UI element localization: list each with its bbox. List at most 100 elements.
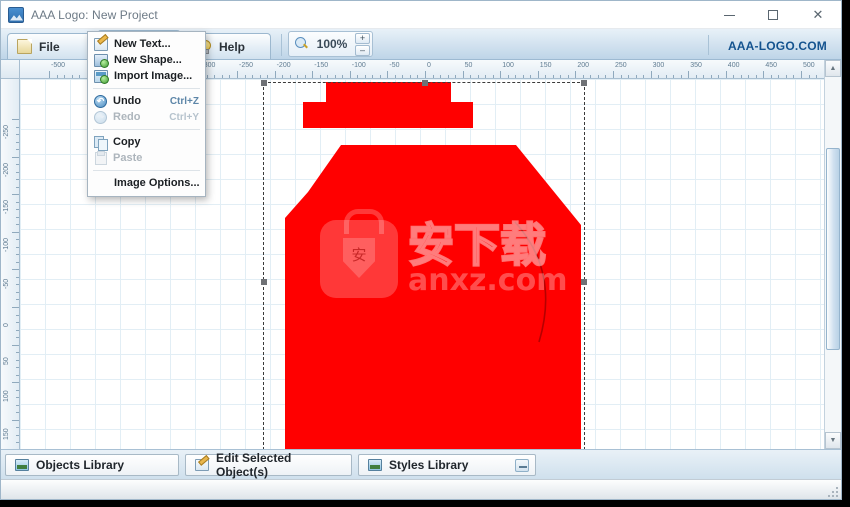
- ruler-minor-tick: [515, 75, 517, 78]
- ruler-label: 300: [652, 62, 665, 69]
- menu-item-paste[interactable]: Paste: [88, 150, 205, 166]
- menu-item-label: New Shape...: [114, 54, 182, 66]
- ruler-tick: [312, 71, 314, 78]
- magnifier-icon: [295, 37, 309, 51]
- ruler-minor-tick: [816, 75, 818, 78]
- window-controls: ✕: [707, 1, 841, 29]
- zoom-out-button[interactable]: –: [355, 44, 370, 56]
- ruler-tick: [650, 71, 652, 78]
- ruler-tick: [613, 71, 614, 78]
- ruler-minor-tick: [79, 75, 81, 78]
- ruler-minor-tick: [665, 75, 667, 78]
- menu-item-copy[interactable]: Copy: [88, 134, 205, 151]
- ruler-minor-tick: [778, 75, 780, 78]
- ruler-minor-tick: [733, 75, 735, 78]
- menu-item-label: New Text...: [114, 38, 171, 50]
- menu-item-redo[interactable]: ↷ Redo Ctrl+Y: [88, 109, 205, 125]
- ruler-minor-tick: [379, 75, 381, 78]
- styles-library-button[interactable]: Styles Library: [358, 453, 536, 476]
- menu-item-undo[interactable]: ↶ Undo Ctrl+Z: [88, 93, 205, 109]
- ruler-minor-tick: [16, 126, 19, 128]
- ruler-minor-tick: [16, 276, 19, 278]
- ruler-minor-tick: [214, 75, 216, 78]
- zoom-control[interactable]: 100% + –: [288, 31, 373, 57]
- ruler-label: 400: [727, 62, 740, 69]
- ruler-minor-tick: [16, 201, 19, 203]
- new-shape-icon: [94, 53, 109, 68]
- close-button[interactable]: ✕: [795, 1, 841, 29]
- ruler-minor-tick: [259, 75, 261, 78]
- edit-selected-objects-button[interactable]: Edit Selected Object(s): [185, 451, 352, 479]
- ruler-minor-tick: [440, 75, 442, 78]
- objects-library-button[interactable]: Objects Library: [5, 453, 179, 476]
- ruler-label: -200: [3, 162, 10, 177]
- zoom-level-value: 100%: [316, 37, 348, 51]
- brand-label: AAA-LOGO.COM: [727, 39, 827, 53]
- ruler-tick: [12, 382, 19, 384]
- menu-item-new-shape[interactable]: New Shape...: [88, 52, 205, 68]
- ruler-label: -150: [314, 62, 329, 69]
- ruler-label: -100: [351, 62, 366, 69]
- brand-divider: [708, 35, 709, 55]
- ruler-minor-tick: [16, 171, 19, 173]
- selection-bounding-box[interactable]: [261, 80, 587, 449]
- ruler-minor-tick: [342, 75, 344, 78]
- toolbar-divider: [281, 34, 282, 56]
- ruler-minor-tick: [582, 75, 584, 78]
- vertical-scrollbar[interactable]: ▲ ▼: [824, 60, 841, 449]
- ruler-minor-tick: [334, 75, 336, 78]
- ruler-minor-tick: [289, 75, 291, 78]
- ruler-minor-tick: [16, 284, 19, 286]
- ruler-minor-tick: [447, 75, 449, 78]
- ruler-minor-tick: [16, 412, 19, 414]
- ruler-minor-tick: [507, 75, 509, 78]
- ruler-minor-tick: [16, 261, 19, 263]
- menu-item-label: Paste: [113, 152, 143, 164]
- ruler-minor-tick: [740, 75, 742, 78]
- ruler-minor-tick: [16, 246, 19, 248]
- ruler-tick: [575, 71, 577, 78]
- ruler-minor-tick: [221, 75, 223, 78]
- selection-handle-e[interactable]: [581, 279, 587, 285]
- ruler-tick: [725, 71, 727, 78]
- undo-icon: ↶: [94, 94, 107, 108]
- ruler-minor-tick: [16, 329, 19, 331]
- scroll-thumb[interactable]: [826, 148, 840, 351]
- ruler-minor-tick: [755, 75, 757, 78]
- resize-grip[interactable]: [826, 485, 838, 497]
- menu-item-image-options[interactable]: Image Options...: [88, 175, 205, 191]
- scroll-down-button[interactable]: ▼: [825, 432, 841, 449]
- file-icon: [17, 39, 32, 54]
- ruler-minor-tick: [252, 75, 254, 78]
- zoom-in-button[interactable]: +: [355, 32, 370, 44]
- selection-handle-n[interactable]: [422, 80, 428, 86]
- ruler-tick: [274, 71, 276, 78]
- maximize-button[interactable]: [751, 1, 795, 29]
- selection-handle-nw[interactable]: [261, 80, 267, 86]
- ruler-tick: [12, 419, 19, 421]
- ruler-label: -250: [3, 124, 10, 139]
- minimize-panel-icon[interactable]: [515, 458, 529, 472]
- ruler-minor-tick: [229, 75, 231, 78]
- ruler-minor-tick: [16, 299, 19, 301]
- ruler-minor-tick: [16, 367, 19, 369]
- selection-handle-w[interactable]: [261, 279, 267, 285]
- ruler-tick: [12, 194, 19, 196]
- ruler-label: 200: [577, 62, 590, 69]
- vertical-ruler[interactable]: -250-200-150-100-50050100150200250: [1, 79, 20, 449]
- scroll-track[interactable]: [825, 77, 841, 432]
- tab-file[interactable]: File: [7, 33, 91, 59]
- minimize-button[interactable]: [707, 1, 751, 29]
- ruler-minor-tick: [455, 75, 457, 78]
- ruler-corner: [1, 60, 20, 79]
- ruler-minor-tick: [64, 75, 66, 78]
- ruler-tick: [688, 71, 690, 78]
- menu-item-import-image[interactable]: Import Image...: [88, 68, 205, 84]
- ruler-minor-tick: [16, 442, 19, 444]
- ruler-minor-tick: [16, 186, 19, 188]
- menu-item-new-text[interactable]: New Text...: [88, 36, 205, 52]
- ruler-tick: [237, 71, 238, 78]
- ruler-minor-tick: [417, 75, 419, 78]
- scroll-up-button[interactable]: ▲: [825, 60, 841, 77]
- selection-handle-ne[interactable]: [581, 80, 587, 86]
